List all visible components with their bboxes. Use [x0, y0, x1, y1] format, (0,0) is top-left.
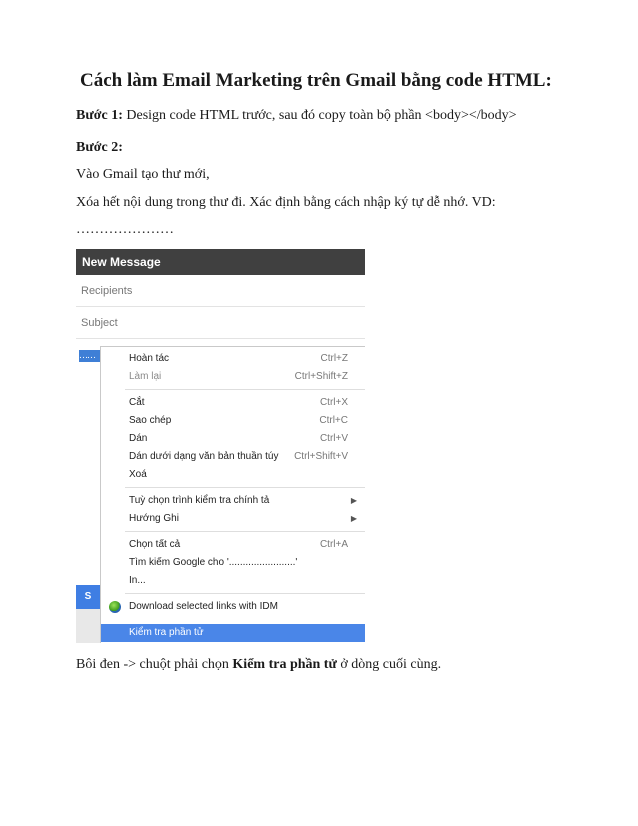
- menu-separator: [125, 389, 365, 390]
- menu-item-label: Làm lại: [129, 371, 162, 382]
- menu-item-paste[interactable]: Dán Ctrl+V: [101, 430, 365, 448]
- menu-item-label: Chọn tất cả: [129, 539, 181, 550]
- step2-label: Bước 2:: [76, 140, 123, 155]
- menu-item-shortcut: Ctrl+Z: [320, 353, 349, 364]
- menu-item-shortcut: Ctrl+Shift+Z: [294, 371, 348, 382]
- subject-field[interactable]: Subject: [76, 307, 365, 339]
- menu-item-delete[interactable]: Xoá: [101, 466, 365, 484]
- menu-item-label: Dán: [129, 433, 148, 444]
- footer-instruction: Bôi đen -> chuột phải chọn Kiểm tra phần…: [76, 657, 441, 673]
- menu-item-spellcheck[interactable]: Tuỳ chọn trình kiểm tra chính tả ▶: [101, 492, 365, 510]
- send-button[interactable]: S: [76, 585, 100, 609]
- submenu-arrow-icon: ▶: [350, 496, 357, 505]
- context-menu: Hoàn tác Ctrl+Z Làm lại Ctrl+Shift+Z Cắt…: [100, 346, 365, 643]
- submenu-arrow-icon: ▶: [350, 514, 357, 523]
- footer-prefix: Bôi đen -> chuột phải chọn: [76, 657, 233, 672]
- menu-item-label: Dán dưới dạng văn bản thuần túy: [129, 451, 279, 462]
- step2-paragraph: Bước 2:: [76, 140, 123, 156]
- page-title: Cách làm Email Marketing trên Gmail bằng…: [80, 70, 552, 91]
- menu-item-label: Download selected links with IDM: [129, 601, 278, 612]
- menu-item-undo[interactable]: Hoàn tác Ctrl+Z: [101, 350, 365, 368]
- menu-item-label: Tìm kiếm Google cho '...................…: [129, 557, 298, 568]
- menu-item-shortcut: Ctrl+X: [319, 397, 348, 408]
- menu-item-copy[interactable]: Sao chép Ctrl+C: [101, 412, 365, 430]
- menu-item-shortcut: Ctrl+A: [319, 539, 348, 550]
- instruction-line-1: Vào Gmail tạo thư mới,: [76, 167, 210, 182]
- compose-header: New Message: [76, 249, 365, 275]
- step1-text: Design code HTML trước, sau đó copy toàn…: [122, 108, 517, 123]
- instruction-line-2: Xóa hết nội dung trong thư đi. Xác định …: [76, 195, 496, 210]
- menu-item-shortcut: Ctrl+C: [319, 415, 348, 426]
- menu-item-inspect[interactable]: Kiểm tra phần tử: [101, 624, 365, 642]
- recipients-field[interactable]: Recipients: [76, 275, 365, 307]
- menu-separator: [125, 531, 365, 532]
- step1-paragraph: Bước 1: Design code HTML trước, sau đó c…: [76, 108, 517, 124]
- menu-item-label: Hướng Ghi: [129, 513, 179, 524]
- footer-suffix: ở dòng cuối cùng.: [336, 657, 442, 672]
- menu-item-direction[interactable]: Hướng Ghi ▶: [101, 510, 365, 528]
- selected-text[interactable]: ……: [79, 350, 101, 362]
- dots-example: …………………: [76, 222, 174, 237]
- menu-item-select-all[interactable]: Chọn tất cả Ctrl+A: [101, 536, 365, 554]
- menu-separator: [125, 487, 365, 488]
- document-page: Cách làm Email Marketing trên Gmail bằng…: [0, 0, 638, 826]
- menu-item-label: Cắt: [129, 397, 145, 408]
- menu-item-redo[interactable]: Làm lại Ctrl+Shift+Z: [101, 368, 365, 386]
- menu-item-label: Hoàn tác: [129, 353, 170, 364]
- step1-label: Bước 1:: [76, 108, 123, 123]
- menu-item-label: Kiểm tra phần tử: [129, 627, 204, 638]
- menu-item-shortcut: Ctrl+Shift+V: [294, 451, 348, 462]
- menu-item-idm[interactable]: Download selected links with IDM: [101, 598, 365, 616]
- menu-separator: [125, 593, 365, 594]
- menu-item-label: In...: [129, 575, 146, 586]
- menu-item-shortcut: Ctrl+V: [319, 433, 348, 444]
- menu-item-print[interactable]: In...: [101, 572, 365, 590]
- menu-item-label: Sao chép: [129, 415, 172, 426]
- menu-item-cut[interactable]: Cắt Ctrl+X: [101, 394, 365, 412]
- idm-icon: [109, 601, 121, 613]
- footer-bold: Kiểm tra phần tử: [232, 657, 337, 672]
- gmail-screenshot: New Message Recipients Subject …… S Hoàn…: [76, 249, 365, 643]
- menu-item-search-google[interactable]: Tìm kiếm Google cho '...................…: [101, 554, 365, 572]
- menu-item-label: Xoá: [129, 469, 147, 480]
- menu-item-paste-plain[interactable]: Dán dưới dạng văn bản thuần túy Ctrl+Shi…: [101, 448, 365, 466]
- menu-item-label: Tuỳ chọn trình kiểm tra chính tả: [129, 495, 270, 506]
